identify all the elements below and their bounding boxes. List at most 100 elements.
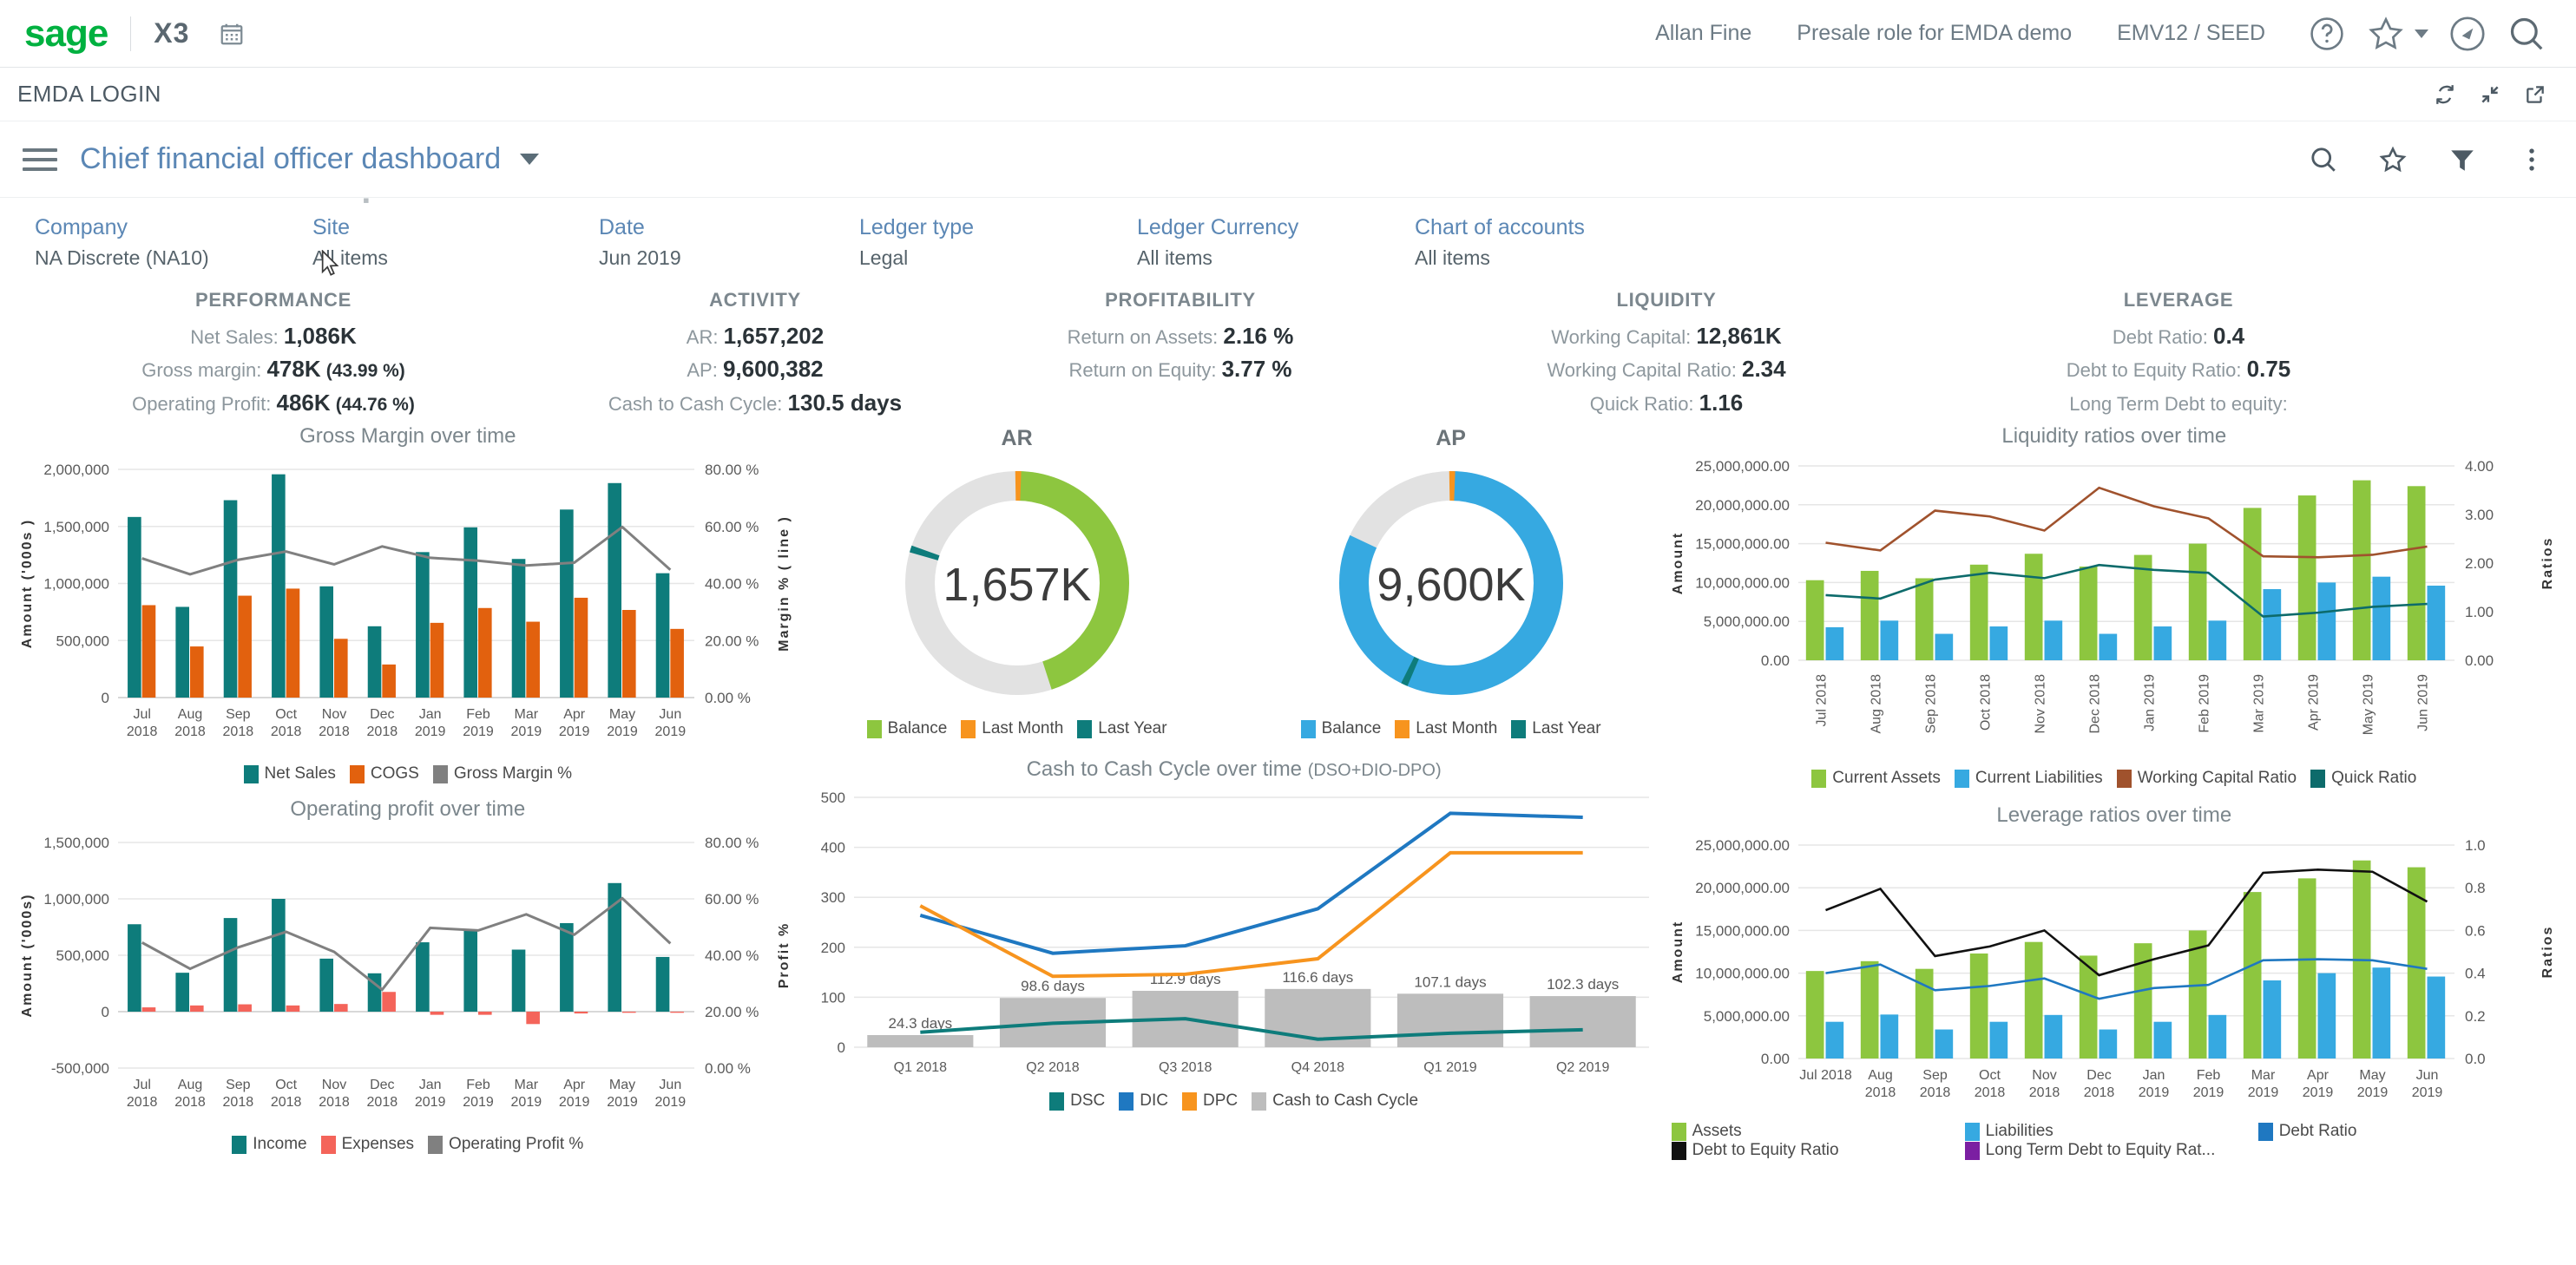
donut-ar[interactable]: 1,657K xyxy=(800,453,1234,713)
legend-swatch xyxy=(232,1136,246,1154)
legend-item[interactable]: Income xyxy=(232,1135,306,1154)
legend-item[interactable]: DSC xyxy=(1049,1091,1105,1111)
kpi-label: Net Sales: xyxy=(190,326,284,348)
legend-label: Assets xyxy=(1692,1122,1742,1141)
legend-item[interactable]: Liabilities xyxy=(1965,1122,2258,1141)
chevron-down-icon[interactable] xyxy=(520,154,539,165)
legend-item[interactable]: Last Year xyxy=(1511,719,1600,738)
legend-item[interactable]: Debt Ratio xyxy=(2258,1122,2552,1141)
legend-swatch xyxy=(2258,1123,2273,1141)
chart-operating-profit[interactable]: -500,0000.00 %020.00 %500,00040.00 %1,00… xyxy=(16,823,797,1129)
legend-swatch xyxy=(2117,770,2132,788)
search-icon[interactable] xyxy=(2507,14,2546,54)
svg-text:2019: 2019 xyxy=(2302,1085,2333,1100)
legend-label: Operating Profit % xyxy=(449,1135,583,1154)
legend-label: Quick Ratio xyxy=(2331,769,2416,788)
kpi-label: Operating Profit: xyxy=(132,393,276,415)
chart-liquidity[interactable]: 0.005,000,000.0010,000,000.0015,000,000.… xyxy=(1668,450,2559,763)
svg-text:Apr: Apr xyxy=(2307,1068,2330,1083)
svg-text:2018: 2018 xyxy=(223,724,254,739)
favorite-star-icon[interactable] xyxy=(2366,14,2406,54)
sage-logo[interactable]: sage xyxy=(24,15,108,53)
svg-text:May: May xyxy=(2359,1068,2385,1083)
search-icon[interactable] xyxy=(2309,145,2338,174)
svg-text:20.00 %: 20.00 % xyxy=(705,633,759,650)
hamburger-menu-icon[interactable] xyxy=(23,148,57,171)
legend-item[interactable]: Working Capital Ratio xyxy=(2117,769,2297,788)
legend-item[interactable]: Assets xyxy=(1672,1122,1965,1141)
filter-site[interactable]: Site All items xyxy=(312,215,599,270)
product-name[interactable]: X3 xyxy=(154,17,189,49)
legend-item[interactable]: Current Assets xyxy=(1811,769,1941,788)
donut-ap[interactable]: 9,600K xyxy=(1234,453,1668,713)
filter-label: Ledger type xyxy=(859,215,1137,240)
chevron-down-icon[interactable] xyxy=(2415,29,2428,38)
current-user[interactable]: Allan Fine xyxy=(1633,21,1774,46)
svg-text:1.00: 1.00 xyxy=(2465,604,2494,620)
filter-date[interactable]: Date Jun 2019 xyxy=(599,215,859,270)
filter-company[interactable]: Company NA Discrete (NA10) xyxy=(35,215,312,270)
svg-text:25,000,000.00: 25,000,000.00 xyxy=(1695,837,1790,854)
legend-label: Debt to Equity Ratio xyxy=(1692,1141,1839,1160)
compass-icon[interactable] xyxy=(2448,14,2487,54)
legend-item[interactable]: Gross Margin % xyxy=(433,764,572,783)
svg-text:9,600K: 9,600K xyxy=(1377,559,1525,611)
legend-item[interactable]: Balance xyxy=(867,719,948,738)
legend-item[interactable]: Last Year xyxy=(1077,719,1166,738)
svg-text:Jun: Jun xyxy=(659,707,681,722)
legend-swatch xyxy=(1301,720,1316,738)
svg-text:Q4 2018: Q4 2018 xyxy=(1291,1060,1344,1075)
filter-icon[interactable] xyxy=(2448,145,2477,174)
svg-text:500: 500 xyxy=(820,790,844,806)
svg-text:2019: 2019 xyxy=(655,724,687,739)
chart-leverage[interactable]: 0.005,000,000.0010,000,000.0015,000,000.… xyxy=(1668,829,2559,1116)
legend-item[interactable]: Current Liabilities xyxy=(1955,769,2103,788)
chart-gross-margin[interactable]: 00.00 %500,00020.00 %1,000,00040.00 %1,5… xyxy=(16,450,797,758)
svg-text:2019: 2019 xyxy=(415,1095,446,1110)
legend-item[interactable]: Balance xyxy=(1301,719,1382,738)
svg-text:Sep: Sep xyxy=(226,1078,251,1092)
current-endpoint[interactable]: EMV12 / SEED xyxy=(2094,21,2288,46)
legend-item[interactable]: Cash to Cash Cycle xyxy=(1252,1091,1418,1111)
legend-swatch xyxy=(1077,720,1092,738)
filter-chart-of-accounts[interactable]: Chart of accounts All items xyxy=(1415,215,1701,270)
filter-ledger-currency[interactable]: Ledger Currency All items xyxy=(1137,215,1415,270)
legend-item[interactable]: Long Term Debt to Equity Rat... xyxy=(1965,1141,2258,1160)
kpi-label: Debt Ratio: xyxy=(2113,326,2213,348)
legend-item[interactable]: Debt to Equity Ratio xyxy=(1672,1141,1965,1160)
svg-text:2018: 2018 xyxy=(174,1095,206,1110)
legend-item[interactable]: Net Sales xyxy=(244,764,336,783)
help-icon[interactable] xyxy=(2307,14,2347,54)
legend-item[interactable]: Last Month xyxy=(1395,719,1497,738)
calendar-icon[interactable] xyxy=(219,21,245,47)
svg-text:Oct 2018: Oct 2018 xyxy=(1978,674,1993,731)
collapse-icon[interactable] xyxy=(2479,83,2501,106)
legend-label: Working Capital Ratio xyxy=(2138,769,2297,788)
legend-item[interactable]: Last Month xyxy=(961,719,1063,738)
svg-text:-500,000: -500,000 xyxy=(51,1060,109,1077)
chart-cash-cycle[interactable]: 010020030040050024.3 days98.6 days112.9 … xyxy=(800,783,1668,1085)
column-right: Liquidity ratios over time 0.005,000,000… xyxy=(1668,419,2560,1160)
svg-text:Ratios: Ratios xyxy=(2540,926,2555,979)
more-vertical-icon[interactable] xyxy=(2517,145,2546,174)
refresh-icon[interactable] xyxy=(2434,83,2456,106)
favorite-star-icon[interactable] xyxy=(2378,145,2408,174)
legend-item[interactable]: DIC xyxy=(1119,1091,1168,1111)
open-external-icon[interactable] xyxy=(2524,83,2546,106)
legend-item[interactable]: Operating Profit % xyxy=(428,1135,583,1154)
legend-item[interactable]: DPC xyxy=(1182,1091,1238,1111)
svg-text:Feb: Feb xyxy=(2196,1068,2220,1083)
legend-swatch xyxy=(1955,770,1969,788)
legend-item[interactable]: COGS xyxy=(350,764,419,783)
svg-text:2019: 2019 xyxy=(511,1095,542,1110)
legend-item[interactable]: Quick Ratio xyxy=(2310,769,2416,788)
legend-item[interactable]: Expenses xyxy=(321,1135,414,1154)
current-role[interactable]: Presale role for EMDA demo xyxy=(1774,21,2094,46)
svg-text:Feb: Feb xyxy=(466,707,490,722)
page-title[interactable]: Chief financial officer dashboard xyxy=(80,142,501,176)
svg-text:Jan: Jan xyxy=(419,1078,442,1092)
kpi-title: LEVERAGE xyxy=(1935,289,2422,311)
filter-ledger-type[interactable]: Ledger type Legal xyxy=(859,215,1137,270)
svg-text:2018: 2018 xyxy=(319,1095,350,1110)
svg-text:2018: 2018 xyxy=(271,1095,302,1110)
